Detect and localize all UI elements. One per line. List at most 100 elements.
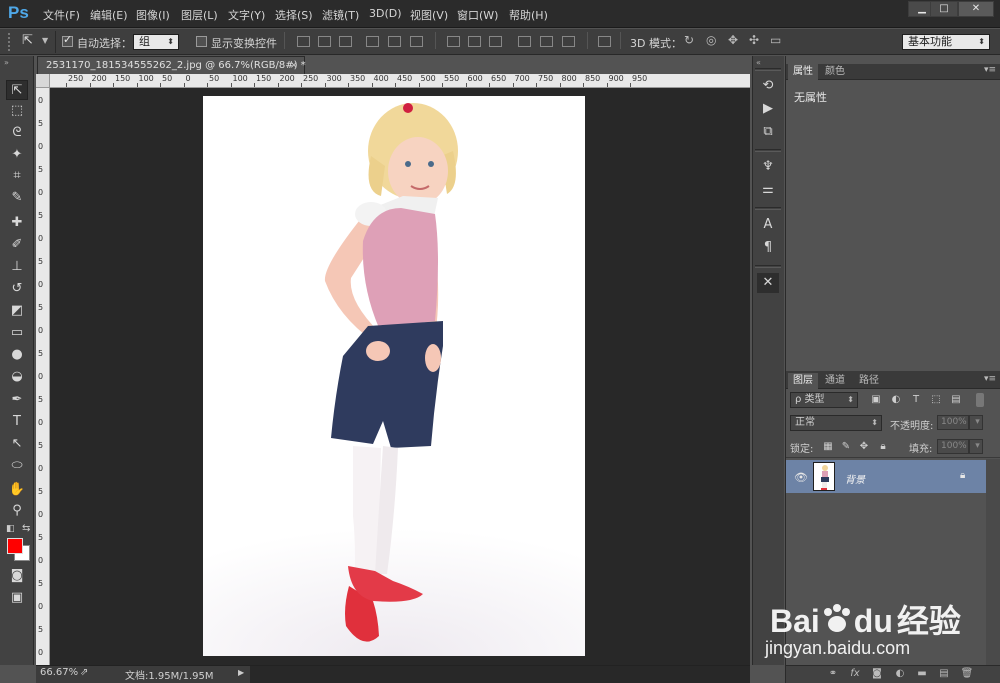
adjustment-icon[interactable]: ◐: [893, 667, 907, 681]
dodge-tool-icon[interactable]: ◒: [6, 367, 28, 387]
magic-wand-tool-icon[interactable]: ✦: [6, 145, 28, 165]
filter-adjustment-icon[interactable]: ◐: [890, 394, 902, 406]
menu-3d[interactable]: 3D(D): [369, 7, 402, 20]
healing-brush-tool-icon[interactable]: ✚: [6, 213, 28, 233]
tab-properties[interactable]: 属性: [788, 64, 818, 80]
history-panel-icon[interactable]: ⟲: [757, 76, 779, 96]
type-tool-icon[interactable]: T: [6, 412, 28, 432]
lock-position-icon[interactable]: ✥: [858, 441, 870, 453]
tool-presets-icon[interactable]: ✕: [757, 273, 779, 293]
auto-select-target-dropdown[interactable]: 组 ⬍: [133, 34, 179, 50]
menu-type[interactable]: 文字(Y): [228, 7, 265, 23]
workspace-dropdown[interactable]: 基本功能 ⬍: [902, 34, 990, 50]
brush-tool-icon[interactable]: ✐: [6, 235, 28, 255]
blend-mode-dropdown[interactable]: 正常 ⬍: [790, 415, 882, 431]
filter-type-icon[interactable]: T: [910, 394, 922, 406]
brush-settings-icon[interactable]: ⚌: [757, 180, 779, 200]
actions-panel-icon[interactable]: ▶: [757, 99, 779, 119]
show-transform-checkbox[interactable]: [196, 36, 207, 47]
menu-window[interactable]: 窗口(W): [457, 7, 498, 23]
menu-file[interactable]: 文件(F): [43, 7, 80, 23]
distribute-vcenter-icon[interactable]: [468, 36, 481, 47]
auto-select-checkbox[interactable]: [62, 33, 73, 47]
paragraph-panel-icon[interactable]: ¶: [757, 238, 779, 258]
distribute-bottom-icon[interactable]: [489, 36, 502, 47]
3d-slide-icon[interactable]: ✣: [749, 33, 759, 47]
chevron-down-icon[interactable]: ▼: [42, 36, 48, 45]
screen-mode-icon[interactable]: ▣: [6, 588, 28, 608]
zoom-level[interactable]: 66.67%: [40, 667, 78, 678]
opacity-field[interactable]: 100%: [937, 415, 969, 430]
layer-filter-kind-dropdown[interactable]: ρ 类型 ⬍: [790, 392, 858, 408]
menu-select[interactable]: 选择(S): [275, 7, 313, 23]
eraser-tool-icon[interactable]: ◩: [6, 301, 28, 321]
collapse-tools-icon[interactable]: »: [4, 58, 9, 67]
3d-pan-icon[interactable]: ✥: [728, 33, 738, 47]
collapse-dock-icon[interactable]: «: [756, 58, 761, 67]
history-brush-tool-icon[interactable]: ↺: [6, 279, 28, 299]
align-hcenter-icon[interactable]: [388, 36, 401, 47]
share-icon[interactable]: ⇗: [80, 667, 88, 678]
options-grip[interactable]: [8, 33, 20, 51]
brush-presets-icon[interactable]: ♆: [757, 157, 779, 177]
menu-help[interactable]: 帮助(H): [509, 7, 548, 23]
menu-filter[interactable]: 滤镜(T): [322, 7, 359, 23]
ellipse-tool-icon[interactable]: ⬭: [6, 456, 28, 476]
quick-mask-icon[interactable]: ◙: [6, 566, 28, 586]
lock-all-icon[interactable]: 🔒︎: [877, 441, 889, 453]
3d-roll-icon[interactable]: ◎: [706, 33, 716, 47]
hand-tool-icon[interactable]: ✋: [6, 480, 28, 500]
link-icon[interactable]: ⚭: [826, 667, 840, 681]
filter-shape-icon[interactable]: ⬚: [930, 394, 942, 406]
pen-tool-icon[interactable]: ✒: [6, 390, 28, 410]
menu-layer[interactable]: 图层(L): [181, 7, 218, 23]
move-tool-preset-icon[interactable]: ⇱: [22, 33, 33, 48]
new-layer-icon[interactable]: ▤: [937, 667, 951, 681]
panel-menu-icon[interactable]: ▾≡: [984, 374, 996, 384]
tab-channels[interactable]: 通道: [820, 373, 850, 389]
character-panel-icon[interactable]: A: [757, 215, 779, 235]
folder-icon[interactable]: ▬: [915, 667, 929, 681]
menu-edit[interactable]: 编辑(E): [90, 7, 128, 23]
3d-camera-icon[interactable]: ▭: [770, 33, 781, 47]
fx-icon[interactable]: fx: [848, 667, 862, 681]
default-colors-icon[interactable]: ◧: [6, 524, 15, 534]
tab-paths[interactable]: 路径: [854, 373, 884, 389]
trash-icon[interactable]: 🗑︎: [960, 667, 974, 681]
auto-align-icon[interactable]: [598, 36, 611, 47]
zoom-tool-icon[interactable]: ⚲: [6, 501, 28, 521]
move-tool-icon[interactable]: ⇱: [6, 80, 28, 100]
layer-name[interactable]: 背景: [845, 471, 865, 486]
menu-image[interactable]: 图像(I): [136, 7, 170, 23]
status-menu-arrow[interactable]: ▶: [238, 668, 244, 677]
distribute-hcenter-icon[interactable]: [540, 36, 553, 47]
filter-smart-object-icon[interactable]: ▤: [950, 394, 962, 406]
foreground-color-swatch[interactable]: [7, 538, 23, 554]
align-left-icon[interactable]: [366, 36, 379, 47]
visibility-eye-icon[interactable]: 👁︎: [794, 471, 808, 484]
image-canvas[interactable]: [203, 96, 585, 656]
mask-icon[interactable]: ◙: [870, 667, 884, 681]
adjust-panel-icon[interactable]: ⧉: [757, 122, 779, 142]
gradient-tool-icon[interactable]: ▭: [6, 323, 28, 343]
layers-scrollbar[interactable]: [986, 459, 1000, 665]
lock-pixels-icon[interactable]: ✎: [840, 441, 852, 453]
path-selection-tool-icon[interactable]: ↖: [6, 434, 28, 454]
distribute-right-icon[interactable]: [562, 36, 575, 47]
lasso-tool-icon[interactable]: ᘓ: [6, 123, 28, 143]
menu-view[interactable]: 视图(V): [410, 7, 448, 23]
lock-transparent-icon[interactable]: ▦: [822, 441, 834, 453]
marquee-tool-icon[interactable]: ⬚: [6, 101, 28, 121]
swap-colors-icon[interactable]: ⇆: [22, 523, 30, 534]
close-button[interactable]: ✕: [958, 1, 994, 17]
fill-field[interactable]: 100%: [937, 439, 969, 454]
document-tab[interactable]: 2531170_181534555262_2.jpg @ 66.7%(RGB/8…: [37, 56, 306, 74]
maximize-button[interactable]: □: [930, 1, 958, 17]
clone-stamp-tool-icon[interactable]: ⊥: [6, 257, 28, 277]
3d-orbit-icon[interactable]: ↻: [684, 33, 694, 47]
align-top-icon[interactable]: [297, 36, 310, 47]
align-right-icon[interactable]: [410, 36, 423, 47]
opacity-slider-toggle[interactable]: ▾: [969, 415, 983, 430]
fill-slider-toggle[interactable]: ▾: [969, 439, 983, 454]
filter-pixel-icon[interactable]: ▣: [870, 394, 882, 406]
